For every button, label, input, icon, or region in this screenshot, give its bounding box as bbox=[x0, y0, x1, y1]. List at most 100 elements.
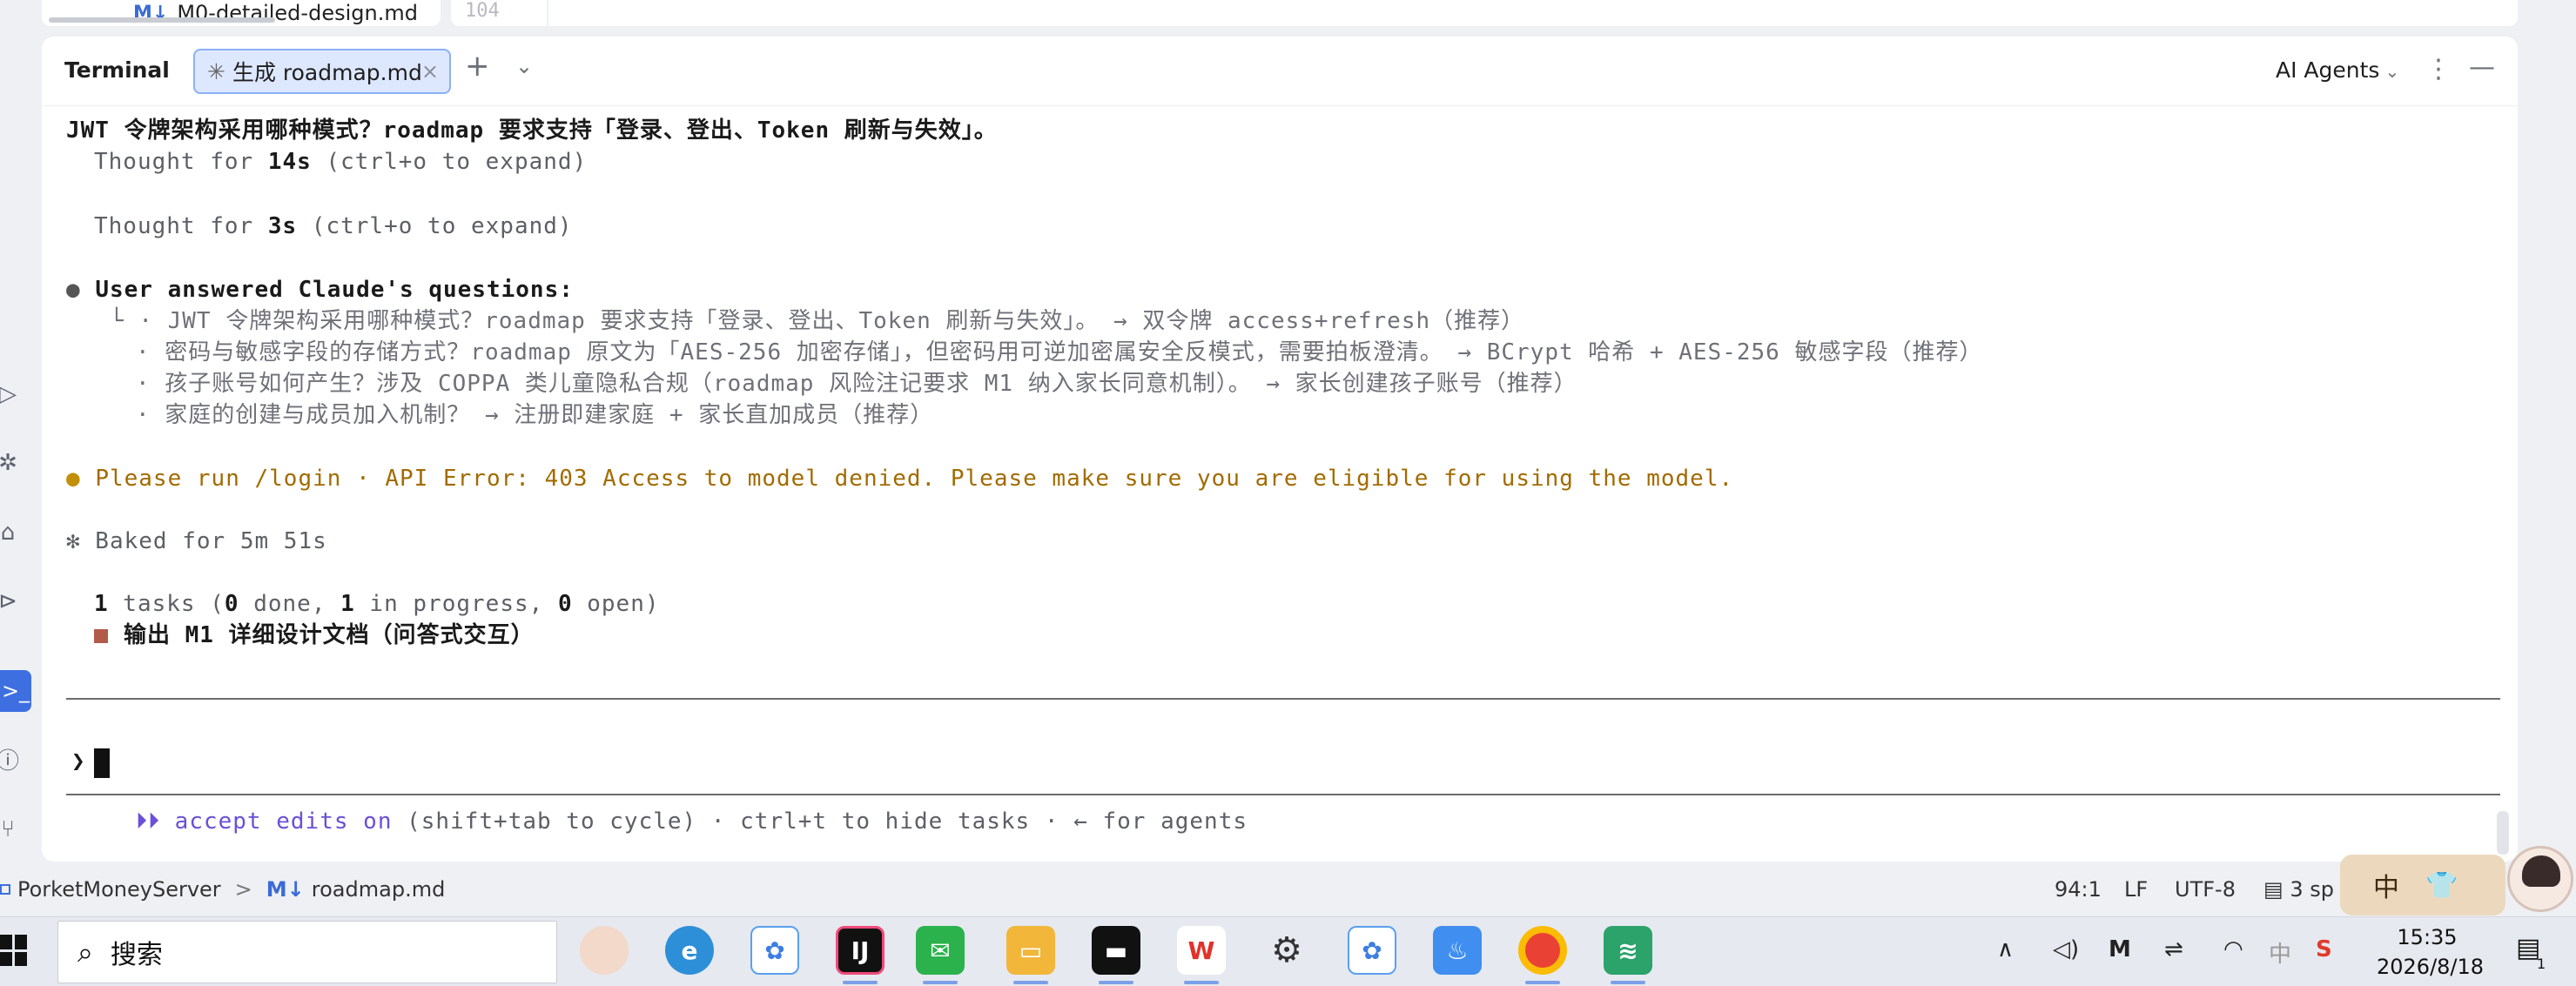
thought-prefix: Thought for bbox=[94, 213, 268, 239]
tasks-count: 1 bbox=[94, 591, 109, 617]
wechat-icon[interactable]: ✉ bbox=[916, 926, 965, 975]
thought-suffix: (ctrl+o to expand) bbox=[311, 149, 588, 175]
fast-forward-icon: ⏵⏵ bbox=[136, 808, 161, 835]
terminal-icon[interactable]: >_ bbox=[0, 670, 31, 712]
ai-agents-label: AI Agents bbox=[2276, 57, 2380, 83]
breadcrumb-separator-icon: > bbox=[234, 877, 252, 902]
ime-language-indicator[interactable]: 中 bbox=[2269, 936, 2291, 969]
baidu-netdisk-2-icon[interactable]: ✿ bbox=[1348, 926, 1396, 975]
editor-top-strip: M↓ M0-detailed-design.md 104 bbox=[0, 0, 2576, 28]
answer-item: └ · JWT 令牌架构采用哪种模式？roadmap 要求支持「登录、登出、To… bbox=[110, 305, 1524, 337]
file-encoding[interactable]: UTF-8 bbox=[2175, 877, 2236, 902]
intellij-idea-icon[interactable]: IJ bbox=[836, 926, 884, 975]
chrome-icon[interactable] bbox=[1518, 926, 1567, 975]
edge-browser-icon[interactable]: e bbox=[665, 926, 714, 975]
active-app-indicator bbox=[1525, 981, 1560, 984]
accept-edits-label[interactable]: accept edits on bbox=[160, 808, 392, 835]
tasks-done: 0 bbox=[224, 591, 239, 617]
terminal-tab[interactable]: ✳ 生成 roadmap.md × bbox=[193, 49, 451, 94]
search-placeholder: 搜索 bbox=[110, 940, 163, 970]
question-line: JWT 令牌架构采用哪种模式？roadmap 要求支持「登录、登出、Token … bbox=[66, 117, 998, 144]
ai-agents-dropdown[interactable]: AI Agents ⌄ bbox=[2276, 57, 2399, 83]
assistant-avatar[interactable] bbox=[2507, 846, 2573, 912]
ime-floating-toolbar[interactable]: 中 👕 bbox=[2340, 855, 2505, 916]
terminal-tab-label: 生成 roadmap.md bbox=[232, 60, 422, 85]
system-clock[interactable]: 15:35 2026/8/18 bbox=[2377, 922, 2484, 982]
settings-gear-icon[interactable]: ⚙ bbox=[1262, 926, 1311, 975]
active-app-indicator bbox=[1184, 981, 1219, 984]
terminal-output[interactable]: JWT 令牌架构采用哪种模式？roadmap 要求支持「登录、登出、Token … bbox=[66, 115, 2504, 828]
thought-time: 3s bbox=[267, 213, 298, 239]
windows-start-icon[interactable] bbox=[0, 935, 27, 966]
terminal-title: Terminal bbox=[64, 57, 170, 83]
breadcrumb-project[interactable]: PorketMoneyServer bbox=[17, 877, 221, 902]
api-error-line: ● Please run /login · API Error: 403 Acc… bbox=[66, 463, 1733, 494]
prompt-bottom-divider bbox=[66, 794, 2500, 795]
prompt-input[interactable]: ❯ bbox=[66, 747, 2500, 783]
line-ending[interactable]: LF bbox=[2124, 877, 2148, 902]
thought-line: Thought for 3s (ctrl+o to expand) bbox=[94, 211, 573, 242]
services-icon[interactable]: ⊳ bbox=[0, 588, 21, 614]
prompt-caret-icon: ❯ bbox=[71, 748, 85, 775]
notification-count: 1 bbox=[2537, 956, 2546, 972]
answers-heading-line: ● User answered Claude's questions: bbox=[66, 274, 574, 305]
gourd-app-icon[interactable]: ♨ bbox=[1433, 926, 1482, 975]
taskbar-search-input[interactable]: ⌕ 搜索 bbox=[57, 921, 557, 983]
problems-icon[interactable]: ⓘ bbox=[0, 748, 21, 775]
in-progress-icon bbox=[94, 628, 108, 643]
add-tab-icon[interactable]: + bbox=[465, 49, 490, 84]
volume-icon[interactable]: ◁) bbox=[2053, 936, 2079, 963]
active-app-indicator bbox=[1013, 981, 1048, 984]
shirt-icon[interactable]: 👕 bbox=[2425, 870, 2458, 901]
sliders-icon[interactable]: ⇌ bbox=[2164, 936, 2183, 963]
text-cursor bbox=[94, 748, 110, 778]
thought-time: 14s bbox=[267, 149, 312, 175]
indent-setting[interactable]: ▤ 3 sp bbox=[2263, 877, 2334, 902]
editor-file-tab[interactable]: M↓ M0-detailed-design.md bbox=[42, 0, 441, 26]
chevron-down-icon: ⌄ bbox=[2384, 61, 2400, 82]
sogou-ime-icon[interactable]: S bbox=[2316, 936, 2332, 963]
build-icon[interactable]: ⌂ bbox=[0, 520, 21, 546]
chevron-down-icon[interactable]: ⌄ bbox=[515, 54, 533, 78]
gutter-divider bbox=[547, 0, 548, 26]
answers-heading: User answered Claude's questions: bbox=[95, 277, 574, 303]
editor-tab-scrollbar[interactable] bbox=[49, 17, 275, 23]
markdown-file-icon: M↓ bbox=[266, 877, 305, 902]
breadcrumb-file[interactable]: roadmap.md bbox=[312, 877, 446, 902]
wps-office-icon[interactable]: W bbox=[1177, 926, 1226, 975]
thought-suffix: (ctrl+o to expand) bbox=[297, 213, 573, 239]
tasks-open: 0 bbox=[557, 591, 573, 617]
ime-mode-label[interactable]: 中 bbox=[2373, 866, 2399, 904]
layers-app-icon[interactable]: ≋ bbox=[1604, 926, 1652, 975]
bullet-icon: ● bbox=[66, 277, 81, 303]
editor-code-area[interactable]: 104 bbox=[451, 0, 2518, 26]
active-app-indicator bbox=[843, 981, 878, 984]
terminal-app-icon[interactable]: ▬ bbox=[1092, 926, 1140, 975]
debug-icon[interactable]: ✲ bbox=[0, 450, 21, 476]
warning-bullet-icon: ● bbox=[66, 466, 81, 492]
caret-position[interactable]: 94:1 bbox=[2055, 877, 2102, 902]
tray-overflow-chevron-icon[interactable]: ∧ bbox=[1997, 936, 2014, 963]
git-icon[interactable]: ⑂ bbox=[0, 816, 21, 842]
tasks-text: done, bbox=[239, 591, 341, 617]
app-tray-icon[interactable]: M bbox=[2109, 936, 2131, 963]
terminal-scrollbar[interactable] bbox=[2497, 811, 2509, 855]
thought-prefix: Thought for bbox=[94, 149, 268, 175]
thought-line: Thought for 14s (ctrl+o to expand) bbox=[94, 146, 587, 178]
file-explorer-icon[interactable]: ▭ bbox=[1006, 926, 1055, 975]
terminal-header: Terminal ✳ 生成 roadmap.md × + ⌄ AI Agents… bbox=[42, 37, 2518, 106]
tasks-text: open) bbox=[572, 591, 660, 617]
api-error-text: Please run /login · API Error: 403 Acces… bbox=[95, 466, 1734, 492]
baidu-netdisk-icon[interactable]: ✿ bbox=[750, 926, 799, 975]
tasks-text: in progress, bbox=[354, 591, 558, 617]
avatar-app-icon[interactable] bbox=[580, 926, 629, 975]
wifi-icon[interactable]: ◠ bbox=[2223, 936, 2243, 963]
more-options-icon[interactable]: ⋮ bbox=[2425, 54, 2452, 84]
run-icon[interactable]: ▷ bbox=[0, 381, 21, 407]
status-bar: PorketMoneyServer > M↓ roadmap.md 94:1 L… bbox=[0, 870, 2576, 909]
breadcrumb: PorketMoneyServer > M↓ roadmap.md bbox=[0, 877, 445, 902]
answer-item: · 孩子账号如何产生？涉及 COPPA 类儿童隐私合规（roadmap 风险注记… bbox=[136, 371, 1577, 397]
minimize-icon[interactable]: — bbox=[2469, 52, 2495, 83]
baked-line: ✻ Baked for 5m 51s bbox=[66, 528, 327, 554]
close-icon[interactable]: × bbox=[421, 59, 439, 84]
